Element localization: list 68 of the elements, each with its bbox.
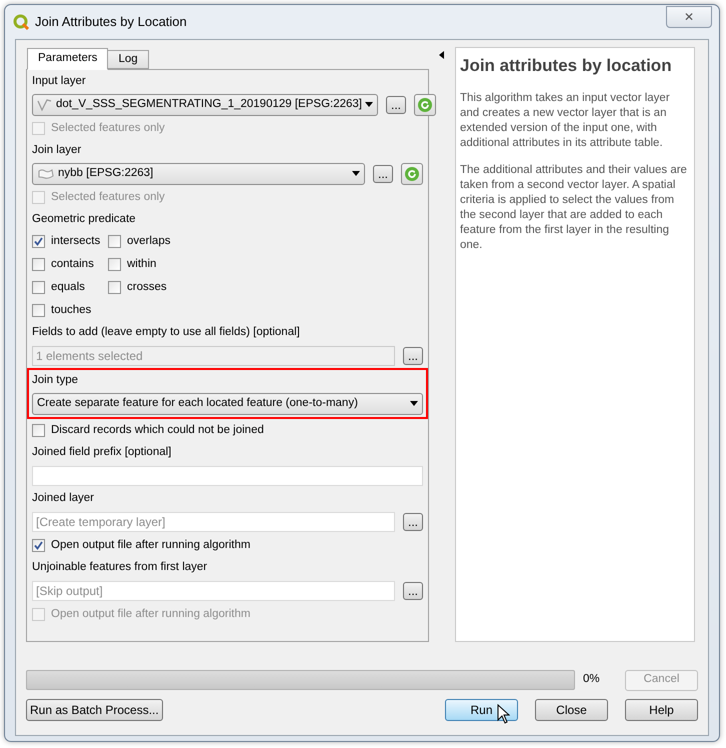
checkbox-label: intersects — [51, 234, 100, 249]
checkbox-label: Open output file after running algorithm — [51, 606, 250, 622]
dropdown-value: nybb [EPSG:2263] — [58, 166, 154, 181]
collapse-arrow-icon[interactable] — [439, 51, 444, 59]
window-title: Join Attributes by Location — [35, 13, 188, 32]
dropdown-caret-icon — [365, 102, 373, 107]
checkbox-label: Selected features only — [51, 120, 165, 136]
parameter-label: Fields to add (leave empty to use all fields) [optional] — [32, 324, 301, 340]
refresh-icon — [404, 166, 420, 182]
parameter-label: Input layer — [32, 74, 87, 89]
text-field[interactable]: [Skip output] — [32, 580, 395, 600]
checkbox-label: touches — [51, 302, 92, 318]
checkmark-icon — [34, 237, 43, 246]
parameter-label: Joined field prefix [optional] — [32, 444, 172, 460]
dialog-button[interactable]: Run as Batch Process... — [26, 699, 163, 721]
parameter-label: Unjoinable features from first layer — [32, 560, 208, 575]
checkbox[interactable] — [32, 281, 45, 294]
browse-button[interactable]: ... — [403, 582, 423, 600]
checkbox-label: Selected features only — [51, 190, 165, 205]
checkbox[interactable] — [108, 235, 121, 248]
dialog-button[interactable]: Help — [625, 699, 698, 721]
checkbox-label: within — [127, 256, 156, 272]
layer-dropdown[interactable]: nybb [EPSG:2263] — [32, 162, 365, 184]
help-paragraph: This algorithm takes an input vector layer and creates a new vector layer that is an extended version of the input one, with additional attributes in its attribute table. — [460, 90, 671, 150]
checkbox-label: equals — [51, 280, 85, 295]
checkbox[interactable] — [108, 258, 121, 271]
dropdown-caret-icon — [352, 171, 360, 176]
mouse-pointer-icon — [497, 704, 510, 724]
checkbox-label: crosses — [127, 280, 167, 295]
help-paragraph: The additional attributes and their values are taken from a second vector layer. A spatial criteria is applied to select the values from the second layer that are added to each feature from the first layer in the resulting one. — [460, 162, 688, 252]
dialog-button[interactable]: Close — [535, 699, 608, 721]
browse-button[interactable]: ... — [373, 164, 393, 182]
iterate-button[interactable] — [414, 94, 436, 116]
checkmark-icon — [34, 541, 43, 550]
dropdown-value: Create separate feature for each located feature (one-to-many) — [37, 396, 359, 411]
text-field[interactable] — [32, 466, 423, 486]
tab[interactable]: Parameters — [27, 48, 108, 70]
checkbox-label: Open output file after running algorithm — [51, 538, 250, 553]
close-button[interactable]: ✕ — [666, 6, 712, 28]
join-type-dropdown[interactable]: Create separate feature for each located feature (one-to-many) — [32, 392, 423, 414]
text-field[interactable]: [Create temporary layer] — [32, 512, 395, 532]
tab[interactable]: Log — [107, 50, 149, 69]
parameter-label: Joined layer — [32, 490, 96, 506]
polygon-layer-icon — [37, 168, 55, 180]
checkbox[interactable] — [32, 539, 45, 552]
checkbox[interactable] — [32, 258, 45, 271]
progress-percentage: 0% — [583, 672, 601, 688]
iterate-button[interactable] — [401, 162, 423, 184]
parameter-label: Geometric predicate — [32, 212, 137, 227]
layer-dropdown[interactable]: dot_V_SSS_SEGMENTRATING_1_20190129 [EPSG:2263] — [32, 94, 378, 116]
browse-button[interactable]: ... — [403, 512, 423, 530]
checkbox[interactable] — [32, 304, 45, 317]
app-logo-icon — [13, 14, 29, 30]
dropdown-value: dot_V_SSS_SEGMENTRATING_1_20190129 [EPSG:2263] — [56, 96, 362, 112]
checkbox-label: overlaps — [127, 234, 170, 249]
line-layer-icon — [37, 98, 53, 112]
checkbox[interactable] — [32, 424, 45, 437]
checkbox-label: contains — [51, 256, 94, 272]
checkbox[interactable] — [108, 281, 121, 294]
checkbox-label: Discard records which could not be joined — [51, 422, 264, 438]
parameter-label: Join type — [32, 372, 80, 388]
dialog-button[interactable]: Run — [445, 699, 518, 721]
checkbox[interactable] — [32, 235, 45, 248]
parameter-label: Join layer — [32, 142, 82, 158]
refresh-icon — [417, 96, 433, 112]
dropdown-caret-icon — [410, 401, 418, 406]
browse-button[interactable]: ... — [386, 96, 406, 114]
help-title: Join attributes by location — [460, 55, 673, 77]
